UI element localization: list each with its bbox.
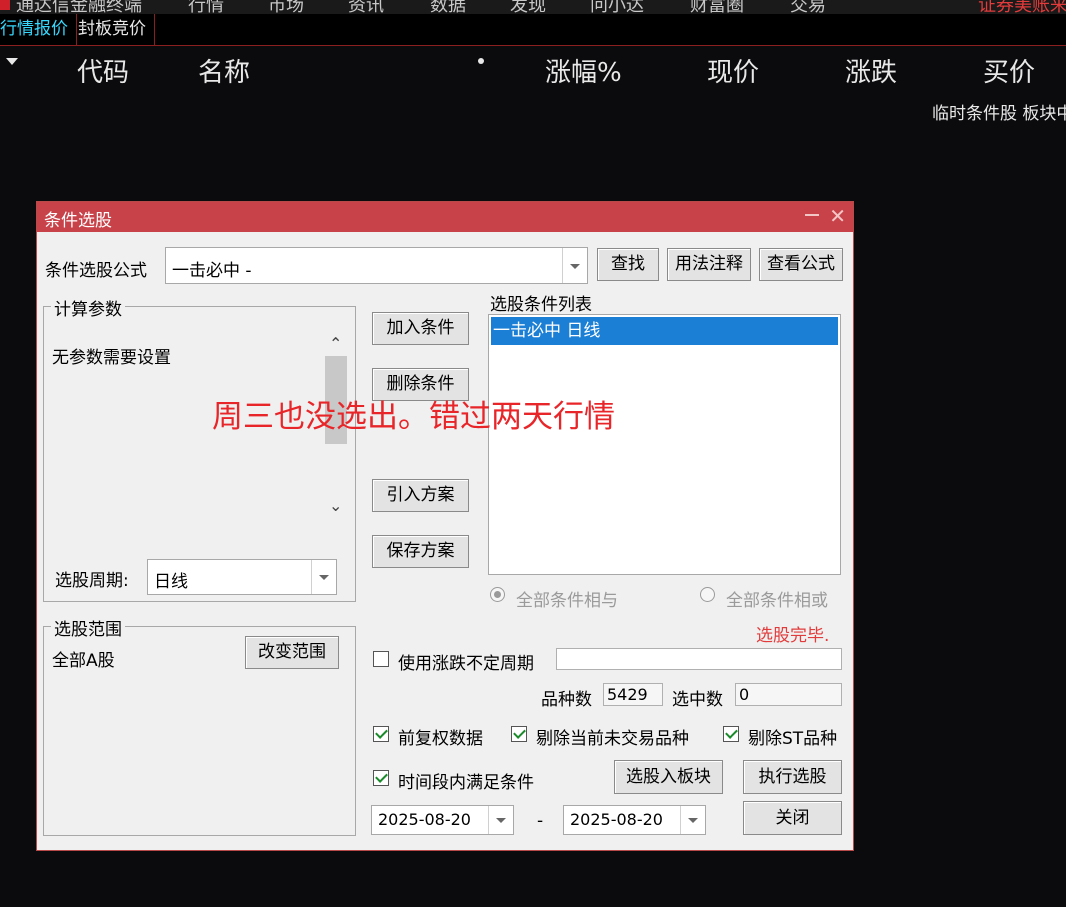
close-icon[interactable]: ✕	[829, 204, 846, 228]
tab-limit-auction[interactable]: 封板竞价	[70, 14, 155, 45]
exclude-untraded-checkbox[interactable]	[511, 726, 527, 742]
period-label: 选股周期:	[55, 571, 129, 591]
exclude-st-checkbox[interactable]	[723, 726, 739, 742]
minimize-icon[interactable]	[805, 214, 819, 216]
chevron-down-icon[interactable]	[562, 248, 587, 283]
annotation-text: 周三也没选出。错过两天行情	[212, 399, 615, 435]
scope-value: 全部A股	[52, 651, 115, 671]
status-text: 选股完毕.	[756, 626, 830, 646]
count-value: 5429	[603, 683, 663, 706]
view-formula-button[interactable]: 查看公式	[759, 248, 843, 281]
app-logo-icon	[0, 0, 10, 10]
chevron-down-icon[interactable]	[311, 560, 336, 594]
column-change[interactable]: 涨跌	[845, 52, 897, 89]
formula-value: 一击必中 -	[172, 261, 252, 281]
radio-or[interactable]	[700, 587, 715, 602]
menu-item-wealth[interactable]: 财富圈	[690, 0, 744, 14]
quote-table-header: 代码 名称 涨幅% 现价 涨跌 买价	[0, 46, 1066, 92]
tab-quotes[interactable]: 行情报价	[0, 14, 77, 45]
add-condition-button[interactable]: 加入条件	[372, 312, 469, 345]
radio-or-label: 全部条件相或	[726, 591, 828, 611]
column-code[interactable]: 代码	[77, 52, 129, 89]
indefinite-period-label: 使用涨跌不定周期	[398, 654, 534, 674]
exclude-untraded-label: 剔除当前未交易品种	[536, 729, 689, 749]
radio-and-label: 全部条件相与	[516, 591, 618, 611]
formula-label: 条件选股公式	[45, 261, 147, 281]
chevron-down-icon[interactable]	[680, 806, 705, 834]
chevron-up-icon[interactable]: ⌃	[329, 334, 342, 353]
selected-value: 0	[735, 683, 842, 706]
menu-item-trade[interactable]: 交易	[790, 0, 826, 14]
execute-button[interactable]: 执行选股	[743, 760, 842, 794]
condition-list[interactable]: 一击必中 日线	[488, 314, 841, 575]
menu-bar: 通达信金融终端 行情 市场 资讯 数据 发现 问小达 财富圈 交易 证券美账来	[0, 0, 1066, 14]
chevron-down-icon[interactable]	[488, 806, 513, 834]
scope-group-title: 选股范围	[51, 615, 125, 640]
radio-and[interactable]	[490, 587, 505, 602]
dialog-title: 条件选股	[44, 211, 112, 231]
menu-item-market[interactable]: 市场	[268, 0, 304, 14]
date-to-value: 2025-08-20	[570, 810, 663, 829]
condition-list-label: 选股条件列表	[490, 295, 592, 315]
indefinite-period-checkbox[interactable]	[373, 651, 389, 667]
date-to-picker[interactable]: 2025-08-20	[563, 805, 706, 835]
period-value: 日线	[154, 572, 188, 592]
column-change-pct[interactable]: 涨幅%	[545, 52, 622, 89]
date-from-picker[interactable]: 2025-08-20	[371, 805, 514, 835]
close-button[interactable]: 关闭	[743, 801, 842, 835]
app-name: 通达信金融终端	[16, 0, 142, 14]
menu-item-ask[interactable]: 问小达	[590, 0, 644, 14]
menu-item-quotes[interactable]: 行情	[188, 0, 224, 14]
params-text: 无参数需要设置	[52, 348, 171, 368]
list-item[interactable]: 一击必中 日线	[491, 317, 838, 345]
usage-notes-button[interactable]: 用法注释	[667, 248, 751, 281]
pre-adjust-label: 前复权数据	[398, 729, 483, 749]
column-bid[interactable]: 买价	[983, 52, 1035, 89]
menu-item-news[interactable]: 资讯	[348, 0, 384, 14]
add-to-block-button[interactable]: 选股入板块	[614, 760, 723, 794]
params-group-title: 计算参数	[51, 295, 125, 320]
date-separator: -	[537, 811, 544, 831]
pre-adjust-checkbox[interactable]	[373, 726, 389, 742]
formula-select[interactable]: 一击必中 -	[165, 247, 588, 284]
selected-label: 选中数	[672, 690, 723, 710]
import-plan-button[interactable]: 引入方案	[372, 479, 469, 512]
date-from-value: 2025-08-20	[378, 810, 471, 829]
dialog-title-bar[interactable]: 条件选股 ✕	[37, 202, 853, 232]
status-line: 临时条件股 板块中	[932, 104, 1066, 124]
find-button[interactable]: 查找	[597, 248, 659, 281]
column-name[interactable]: 名称	[198, 52, 250, 89]
exclude-st-label: 剔除ST品种	[748, 729, 838, 749]
menu-right-text: 证券美账来	[978, 0, 1066, 14]
tab-bar: 行情报价 封板竞价	[0, 14, 1066, 46]
indefinite-period-input[interactable]	[556, 648, 842, 670]
count-label: 品种数	[541, 690, 592, 710]
column-price[interactable]: 现价	[707, 52, 759, 89]
save-plan-button[interactable]: 保存方案	[372, 535, 469, 568]
menu-item-data[interactable]: 数据	[430, 0, 466, 14]
period-satisfy-checkbox[interactable]	[373, 770, 389, 786]
chevron-down-icon[interactable]: ⌄	[329, 496, 342, 515]
change-scope-button[interactable]: 改变范围	[245, 636, 339, 669]
column-marker-icon	[478, 58, 484, 64]
condition-stock-picker-dialog: 条件选股 ✕ 条件选股公式 一击必中 - 查找 用法注释 查看公式 计算参数 无…	[36, 201, 854, 851]
period-satisfy-label: 时间段内满足条件	[398, 773, 534, 793]
period-select[interactable]: 日线	[147, 559, 337, 595]
menu-item-discover[interactable]: 发现	[510, 0, 546, 14]
